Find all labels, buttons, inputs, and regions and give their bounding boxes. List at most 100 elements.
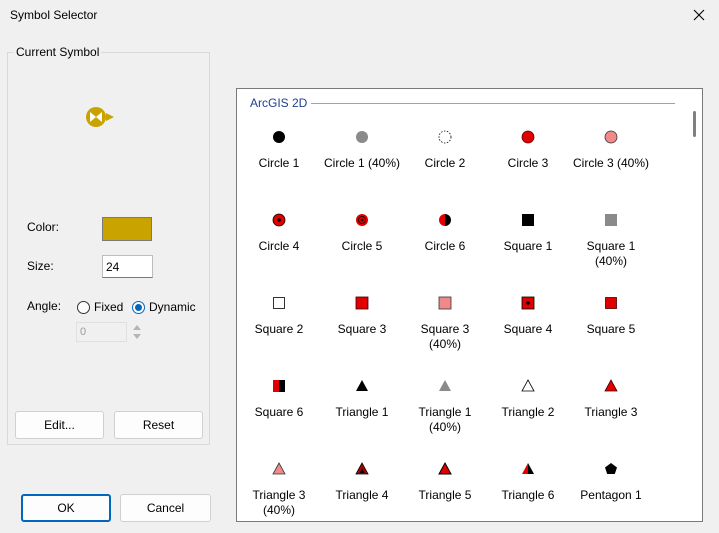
square-red-dot-icon xyxy=(521,296,535,310)
symbol-name: Triangle 4 xyxy=(335,488,389,502)
symbol-cell[interactable]: Square 5 xyxy=(570,295,652,337)
symbol-cell[interactable]: Circle 2 xyxy=(404,129,486,171)
symbol-name: Triangle 2 xyxy=(501,405,555,419)
angle-input[interactable] xyxy=(76,322,127,342)
scrollbar-thumb[interactable] xyxy=(693,111,696,137)
circle-half-icon xyxy=(439,214,451,226)
triangle-pink-icon xyxy=(272,462,286,475)
square-pink-icon xyxy=(438,296,452,310)
symbol-cell[interactable]: Triangle 1 (40%) xyxy=(404,378,486,435)
angle-spinner[interactable] xyxy=(132,323,142,341)
circle-red-icon xyxy=(521,130,535,144)
circle-red-dot-icon xyxy=(272,213,286,227)
close-icon xyxy=(693,9,705,21)
symbol-name: Square 5 xyxy=(586,322,636,336)
symbol-name: Square 6 xyxy=(254,405,304,419)
angle-label: Angle: xyxy=(27,299,62,313)
triangle-hollow-icon xyxy=(521,379,535,392)
symbol-name: Circle 5 xyxy=(341,239,383,253)
symbol-name: Square 1 (40%) xyxy=(586,239,636,268)
size-label: Size: xyxy=(27,259,54,273)
symbol-preview-icon xyxy=(86,107,114,127)
symbol-name: Square 3 xyxy=(337,322,387,336)
symbol-cell[interactable]: Circle 6 xyxy=(404,212,486,254)
symbol-gallery: ArcGIS 2D Circle 1 Circle 1 (40%) Circle 2… xyxy=(236,88,703,522)
angle-fixed-label[interactable]: Fixed xyxy=(94,300,123,314)
symbol-cell[interactable]: Circle 1 (40%) xyxy=(321,129,403,171)
category-header: ArcGIS 2D xyxy=(250,96,312,110)
square-black-icon xyxy=(522,214,534,226)
symbol-cell[interactable]: Triangle 4 xyxy=(321,461,403,503)
symbol-name: Square 4 xyxy=(503,322,553,336)
square-half-icon xyxy=(273,380,285,392)
window-title: Symbol Selector xyxy=(10,8,98,22)
pentagon-black-icon xyxy=(605,463,617,474)
circle-gray-icon xyxy=(356,131,368,143)
symbol-cell[interactable]: Square 2 xyxy=(238,295,320,337)
circle-black-icon xyxy=(273,131,285,143)
symbol-cell[interactable]: Circle 3 (40%) xyxy=(570,129,652,171)
symbol-name: Circle 2 xyxy=(424,156,466,170)
title-bar: Symbol Selector xyxy=(0,0,719,30)
category-divider xyxy=(307,103,675,104)
symbol-name: Triangle 1 xyxy=(335,405,389,419)
edit-button[interactable]: Edit... xyxy=(15,411,104,439)
reset-button[interactable]: Reset xyxy=(114,411,203,439)
square-hollow-icon xyxy=(273,297,285,309)
symbol-cell[interactable]: Square 6 xyxy=(238,378,320,420)
color-picker[interactable] xyxy=(102,217,152,241)
symbol-cell[interactable]: Triangle 3 (40%) xyxy=(238,461,320,518)
symbol-cell[interactable]: Square 3 (40%) xyxy=(404,295,486,352)
symbol-name: Square 3 (40%) xyxy=(420,322,470,351)
symbol-cell[interactable]: Triangle 6 xyxy=(487,461,569,503)
symbol-cell[interactable]: Square 1 (40%) xyxy=(570,212,652,269)
close-button[interactable] xyxy=(679,0,719,30)
symbol-name: Triangle 5 xyxy=(418,488,472,502)
circle-dashed-icon xyxy=(438,130,452,144)
symbol-name: Square 2 xyxy=(254,322,304,336)
symbol-name: Circle 4 xyxy=(258,239,300,253)
symbol-cell[interactable]: Circle 4 xyxy=(238,212,320,254)
angle-dynamic-radio[interactable] xyxy=(132,301,145,314)
symbol-cell[interactable]: Square 4 xyxy=(487,295,569,337)
triangle-red-icon xyxy=(604,379,618,392)
square-red-icon xyxy=(355,296,369,310)
symbol-name: Pentagon 1 xyxy=(580,488,642,502)
triangle-black-icon xyxy=(356,380,368,391)
triangle-red-dark-icon xyxy=(355,462,369,475)
symbol-cell[interactable]: Triangle 3 xyxy=(570,378,652,420)
symbol-cell[interactable]: Pentagon 1 xyxy=(570,461,652,503)
current-symbol-label: Current Symbol xyxy=(14,45,102,59)
angle-dynamic-label[interactable]: Dynamic xyxy=(149,300,196,314)
symbol-cell[interactable]: Square 1 xyxy=(487,212,569,254)
angle-fixed-radio[interactable] xyxy=(77,301,90,314)
symbol-cell[interactable]: Triangle 2 xyxy=(487,378,569,420)
symbol-cell[interactable]: Triangle 5 xyxy=(404,461,486,503)
symbol-name: Circle 3 (40%) xyxy=(572,156,650,170)
circle-red-ring-icon xyxy=(356,214,368,226)
symbol-name: Square 1 xyxy=(503,239,553,253)
cancel-button[interactable]: Cancel xyxy=(120,494,211,522)
triangle-half-icon xyxy=(522,463,534,474)
circle-pink-icon xyxy=(604,130,618,144)
symbol-name: Triangle 1 (40%) xyxy=(418,405,472,434)
symbol-cell[interactable]: Square 3 xyxy=(321,295,403,337)
square-red-small-icon xyxy=(605,297,617,309)
ok-button[interactable]: OK xyxy=(21,494,111,522)
square-gray-icon xyxy=(605,214,617,226)
symbol-name: Circle 3 xyxy=(507,156,549,170)
symbol-name: Circle 1 (40%) xyxy=(323,156,401,170)
color-label: Color: xyxy=(27,220,60,234)
symbol-name: Circle 6 xyxy=(424,239,466,253)
symbol-cell[interactable]: Triangle 1 xyxy=(321,378,403,420)
gallery-scrollbar[interactable] xyxy=(692,102,698,522)
triangle-gray-icon xyxy=(439,380,451,391)
symbol-cell[interactable]: Circle 1 xyxy=(238,129,320,171)
symbol-name: Triangle 6 xyxy=(501,488,555,502)
triangle-red-outline-icon xyxy=(438,461,452,475)
symbol-name: Triangle 3 (40%) xyxy=(252,488,306,517)
symbol-cell[interactable]: Circle 3 xyxy=(487,129,569,171)
size-input[interactable] xyxy=(102,255,153,278)
symbol-name: Circle 1 xyxy=(258,156,300,170)
symbol-cell[interactable]: Circle 5 xyxy=(321,212,403,254)
